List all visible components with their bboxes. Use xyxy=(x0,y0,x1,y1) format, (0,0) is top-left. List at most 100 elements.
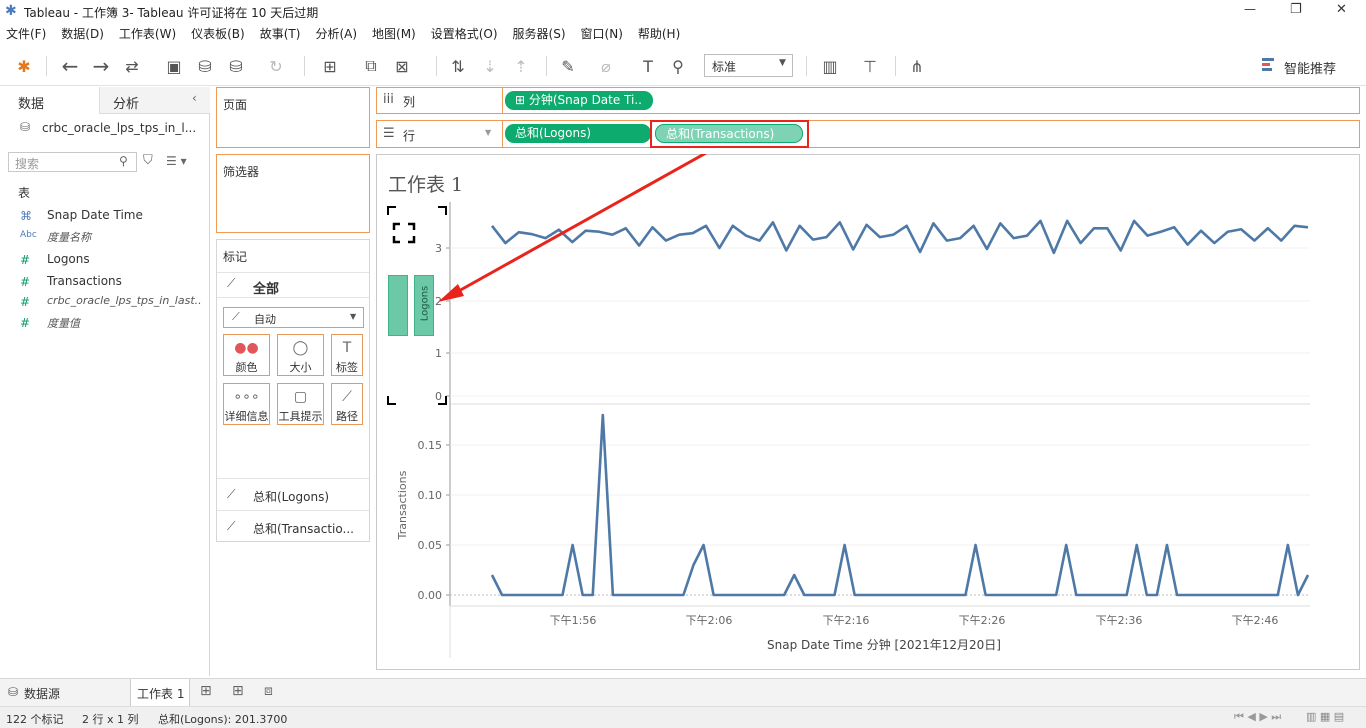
menu-item-4[interactable]: 故事(T) xyxy=(260,24,301,46)
view-options-icon[interactable]: ☰ ▾ xyxy=(166,154,187,168)
tab-analysis-label: 分析 xyxy=(113,97,140,112)
pages-card[interactable]: 页面 xyxy=(216,87,370,148)
rows-shelf[interactable]: ☰ 行 ▼ 总和(Logons) 总和(Transactions) xyxy=(376,120,1360,148)
mark-button-label: 颜色 xyxy=(235,361,258,374)
tab-worksheet-1-label: 工作表 1 xyxy=(137,687,185,701)
undo-icon[interactable]: ← xyxy=(58,54,82,78)
data-pane: 数据 分析 ‹ ⛁ crbc_oracle_lps_tps_in_l... 搜索… xyxy=(0,87,210,676)
fit-selection-icon xyxy=(392,222,416,244)
search-input[interactable]: 搜索 ⚲ xyxy=(8,152,137,172)
selection-corner xyxy=(387,396,396,405)
tab-data[interactable]: 数据 xyxy=(0,87,100,114)
mark-button[interactable]: ∘∘∘ 详细信息 xyxy=(223,383,270,425)
show-me-button[interactable]: 智能推荐 xyxy=(1284,58,1336,77)
menu-item-10[interactable]: 帮助(H) xyxy=(638,24,680,46)
minimize-button[interactable]: — xyxy=(1244,2,1256,16)
menu-item-2[interactable]: 工作表(W) xyxy=(119,24,176,46)
fix-axes-icon[interactable]: ⚲ xyxy=(666,54,690,78)
menu-item-1[interactable]: 数据(D) xyxy=(61,24,104,46)
menu-item-0[interactable]: 文件(F) xyxy=(6,24,46,46)
mark-button-icon: T xyxy=(342,340,352,356)
columns-shelf[interactable]: iii 列 ⊞ 分钟(Snap Date Ti.. xyxy=(376,87,1360,114)
menu-item-8[interactable]: 服务器(S) xyxy=(513,24,566,46)
sort-ascending-icon[interactable]: ⇣ xyxy=(478,54,502,78)
new-worksheet-icon[interactable]: ⊞ xyxy=(318,54,342,78)
menu-item-3[interactable]: 仪表板(B) xyxy=(191,24,245,46)
mark-button-icon: ◯ xyxy=(292,340,309,356)
mark-row-transactions[interactable]: ⟋ 总和(Transactio... xyxy=(217,510,369,542)
field-item[interactable]: 度量值 xyxy=(47,315,202,331)
tab-worksheet-1[interactable]: 工作表 1 xyxy=(130,679,190,707)
new-story-tab-icon[interactable]: ⧈ xyxy=(264,683,273,699)
rows-shelf-label: 行 xyxy=(403,129,416,143)
replay-icon[interactable]: ⇄ xyxy=(120,54,144,78)
refresh-icon[interactable]: ↻ xyxy=(264,54,288,78)
save-icon[interactable]: ▣ xyxy=(162,54,186,78)
highlight-icon[interactable]: ✎ xyxy=(556,54,580,78)
mark-button[interactable]: ⟋ 路径 xyxy=(331,383,363,425)
fit-select[interactable]: 标准 ▼ xyxy=(704,54,793,77)
rows-pill-logons[interactable]: 总和(Logons) xyxy=(505,124,651,143)
sheet-navigation-icons[interactable]: ⏮ ◀ ▶ ⏭ xyxy=(1234,710,1281,724)
selection-corner xyxy=(438,206,447,215)
chevron-down-icon: ▼ xyxy=(779,58,786,68)
view-mode-icons[interactable]: ▥ ▦ ▤ xyxy=(1306,710,1344,723)
menu-item-7[interactable]: 设置格式(O) xyxy=(431,24,498,46)
group-members-icon[interactable]: ⌀ xyxy=(594,54,618,78)
field-type-icon: # xyxy=(20,253,31,267)
mark-button[interactable]: T 标签 xyxy=(331,334,363,376)
collapse-pane-icon[interactable]: ‹ xyxy=(192,91,197,105)
show-mark-labels-icon[interactable]: T xyxy=(636,54,660,78)
fit-select-value: 标准 xyxy=(712,60,737,74)
toolbar: ✱ ← → ⇄ ▣ ⛁ ⛁ ↻ ⊞ ⧉ ⊠ ⇅ ⇣ ⇡ ✎ ⌀ T ⚲ 标准 ▼… xyxy=(0,46,1366,86)
field-item[interactable]: crbc_oracle_lps_tps_in_last... xyxy=(47,294,202,307)
marks-all-row[interactable]: ⟋ 全部 xyxy=(217,272,369,298)
mark-button[interactable]: ●● 颜色 xyxy=(223,334,270,376)
new-datasource-icon[interactable]: ⛁ xyxy=(193,54,217,78)
new-worksheet-tab-icon[interactable]: ⊞ xyxy=(200,683,212,699)
field-item[interactable]: Logons xyxy=(47,252,202,266)
field-item[interactable]: Transactions xyxy=(47,274,202,288)
field-type-icon: Abc xyxy=(20,230,37,240)
tab-analysis[interactable]: 分析 ‹ xyxy=(100,87,210,114)
mark-button-icon: ∘∘∘ xyxy=(233,389,260,405)
mark-button-label: 标签 xyxy=(336,361,358,374)
field-item[interactable]: 度量名称 xyxy=(47,229,202,245)
chevron-down-icon: ▼ xyxy=(485,128,492,137)
tab-data-label: 数据 xyxy=(18,97,45,112)
menu-item-9[interactable]: 窗口(N) xyxy=(581,24,623,46)
datasource-tab-icon: ⛁ xyxy=(8,685,19,699)
mark-row-logons[interactable]: ⟋ 总和(Logons) xyxy=(217,478,369,510)
duplicate-sheet-icon[interactable]: ⧉ xyxy=(359,54,383,78)
menu-item-5[interactable]: 分析(A) xyxy=(315,24,357,46)
swap-rows-columns-icon[interactable]: ⇅ xyxy=(446,54,470,78)
tableau-home-icon[interactable]: ✱ xyxy=(12,54,36,78)
columns-pill-label: 分钟(Snap Date Ti.. xyxy=(528,93,642,107)
restore-button[interactable]: ❐ xyxy=(1290,2,1302,17)
show-cards-icon[interactable]: ▥ xyxy=(818,54,842,78)
filter-icon[interactable]: ⛉ xyxy=(143,153,153,168)
mark-button-label: 详细信息 xyxy=(224,410,269,423)
columns-pill-snap-date[interactable]: ⊞ 分钟(Snap Date Ti.. xyxy=(505,91,653,110)
tab-datasource[interactable]: 数据源 xyxy=(24,685,60,702)
new-dashboard-tab-icon[interactable]: ⊞ xyxy=(232,683,244,699)
filters-card[interactable]: 筛选器 xyxy=(216,154,370,233)
datasource-name[interactable]: crbc_oracle_lps_tps_in_l... xyxy=(42,121,196,135)
mark-type-select[interactable]: ⟋ 自动 ▼ xyxy=(223,307,364,328)
annotation-overlay xyxy=(387,154,707,405)
mark-button-icon: ▢ xyxy=(293,389,308,405)
marks-card-title: 标记 xyxy=(223,250,248,264)
share-icon[interactable]: ⋔ xyxy=(905,54,929,78)
redo-icon[interactable]: → xyxy=(89,54,113,78)
field-item[interactable]: Snap Date Time xyxy=(47,208,202,222)
mark-button[interactable]: ◯ 大小 xyxy=(277,334,324,376)
line-mark-icon: ⟋ xyxy=(227,276,236,290)
mark-button[interactable]: ▢ 工具提示 xyxy=(277,383,324,425)
sort-descending-icon[interactable]: ⇡ xyxy=(509,54,533,78)
close-button[interactable]: ✕ xyxy=(1336,2,1347,17)
clear-sheet-icon[interactable]: ⊠ xyxy=(390,54,414,78)
show-me-icon[interactable] xyxy=(1262,58,1276,72)
pause-updates-icon[interactable]: ⛁ xyxy=(224,54,248,78)
presentation-mode-icon[interactable]: ⊤ xyxy=(858,54,882,78)
menu-item-6[interactable]: 地图(M) xyxy=(372,24,416,46)
